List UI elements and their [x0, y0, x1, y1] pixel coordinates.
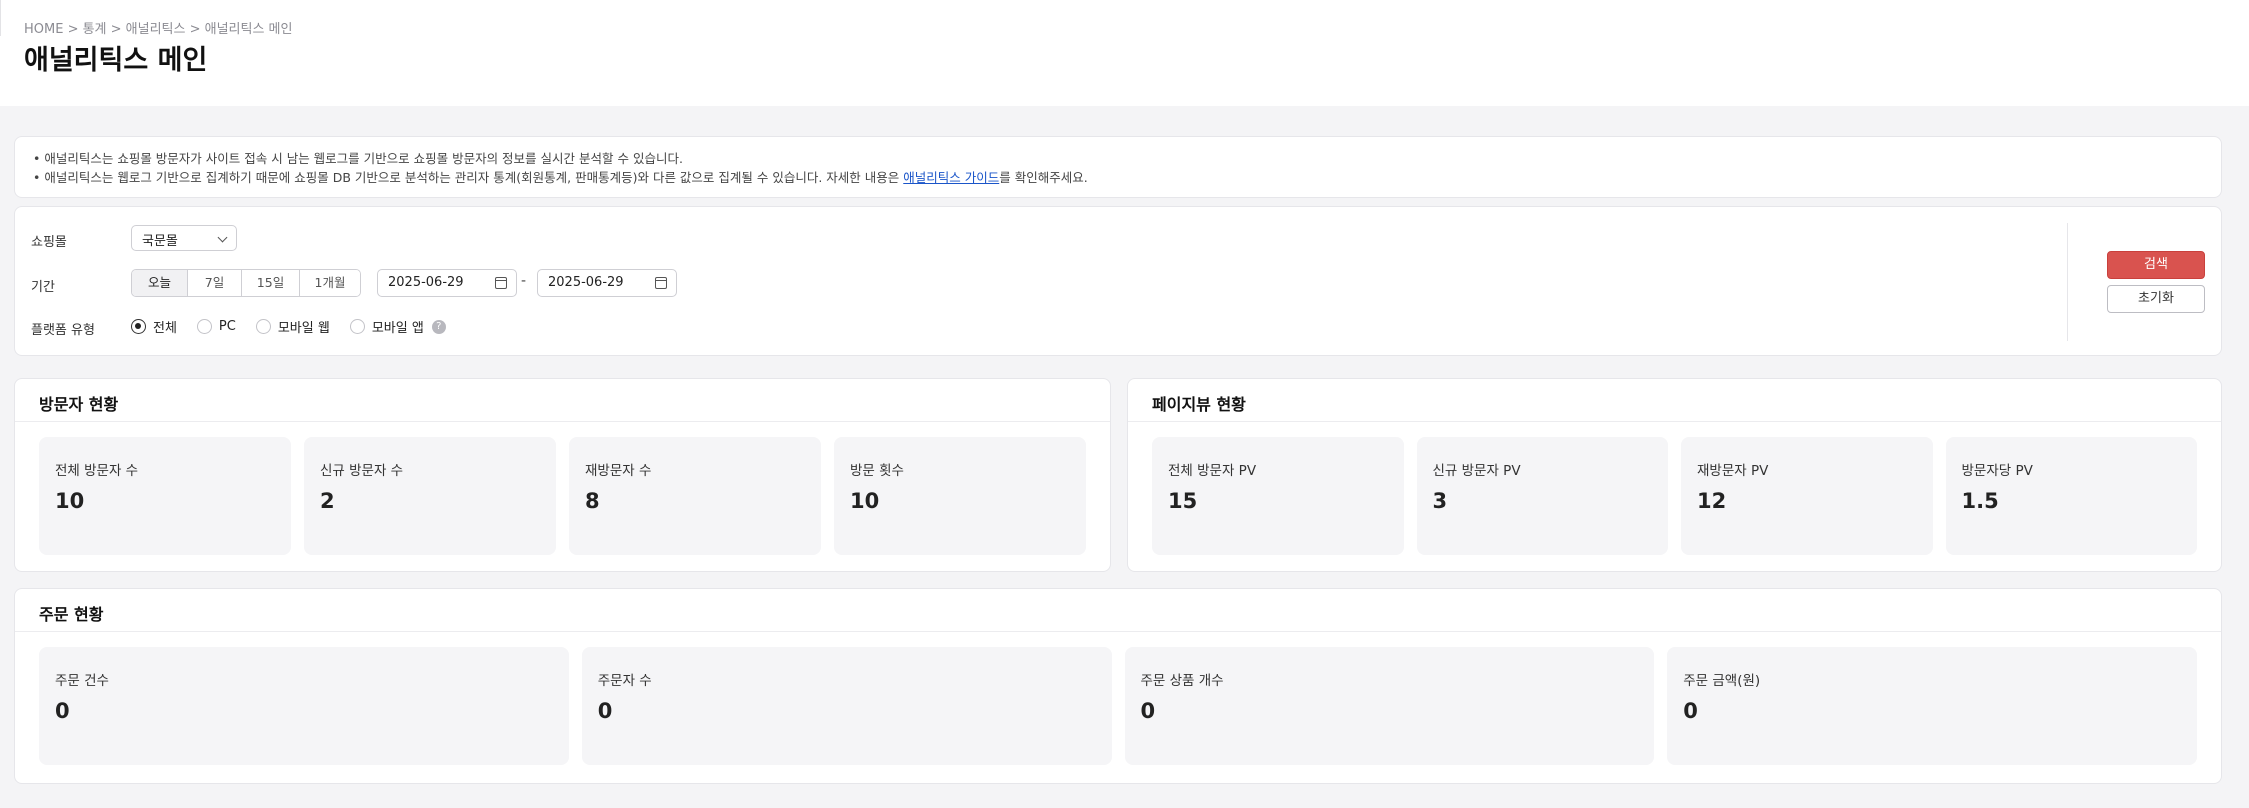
search-button[interactable]: 검색 [2107, 251, 2205, 279]
stat-card-returning-pv: 재방문자 PV 12 [1681, 437, 1933, 555]
visitor-status-panel: 방문자 현황 전체 방문자 수 10 신규 방문자 수 2 재방문자 수 8 방문 횟… [14, 378, 1111, 572]
stat-card-value: 0 [1683, 699, 1698, 723]
stat-card-pv-per-visitor: 방문자당 PV 1.5 [1945, 437, 2197, 555]
radio-checked-icon [131, 319, 146, 334]
page-header: HOME > 통계 > 애널리틱스 > 애널리틱스 메인 애널리틱스 메인 [0, 0, 2249, 106]
date-from-value: 2025-06-29 [388, 275, 464, 290]
pageview-stat-cards: 전체 방문자 PV 15 신규 방문자 PV 3 재방문자 PV 12 방문자당 PV… [1152, 437, 2197, 555]
platform-radio-group: 전체 PC 모바일 웹 모바일 앱 ? [131, 317, 446, 336]
date-from-input[interactable]: 2025-06-29 [377, 269, 517, 297]
mall-label: 쇼핑몰 [31, 235, 67, 250]
date-to-value: 2025-06-29 [548, 275, 624, 290]
stat-card-label: 재방문자 수 [585, 463, 652, 479]
date-range-separator: - [521, 273, 527, 289]
stat-card-orderer-count: 주문자 수 0 [581, 647, 1112, 765]
page-title: 애널리틱스 메인 [24, 45, 208, 76]
stat-card-label: 재방문자 PV [1697, 463, 1769, 479]
pageview-status-title: 페이지뷰 현황 [1152, 395, 1246, 414]
help-icon[interactable]: ? [431, 319, 446, 334]
stat-card-returning-visitors: 재방문자 수 8 [569, 437, 821, 555]
order-status-title: 주문 현황 [39, 605, 104, 624]
stat-card-value: 15 [1168, 489, 1198, 513]
mall-select-value: 국문몰 [142, 234, 178, 249]
period-today-button[interactable]: 오늘 [132, 270, 188, 296]
notice-panel: • 애널리틱스는 쇼핑몰 방문자가 사이트 접속 시 남는 웹로그를 기반으로 … [14, 136, 2222, 198]
stat-card-order-count: 주문 건수 0 [39, 647, 569, 765]
stat-card-value: 3 [1432, 489, 1448, 513]
stat-card-label: 방문자당 PV [1961, 463, 2033, 479]
search-filter-panel: 쇼핑몰 국문몰 기간 오늘 7일 15일 1개월 2025-06-29 - 20… [14, 206, 2222, 356]
platform-label: 플랫폼 유형 [31, 323, 95, 338]
stat-card-value: 0 [1140, 699, 1156, 723]
notice-line-1: • 애널리틱스는 쇼핑몰 방문자가 사이트 접속 시 남는 웹로그를 기반으로 … [33, 151, 683, 166]
stat-card-label: 전체 방문자 수 [55, 463, 139, 479]
analytics-guide-link[interactable]: 애널리틱스 가이드 [903, 170, 999, 185]
period-15days-button[interactable]: 15일 [242, 270, 300, 296]
visitor-status-title: 방문자 현황 [39, 395, 119, 414]
notice-line-2-text: • 애널리틱스는 웹로그 기반으로 집계하기 때문에 쇼핑몰 DB 기반으로 분… [33, 170, 904, 185]
platform-radio-mobile-app[interactable]: 모바일 앱 [349, 317, 424, 336]
stat-card-label: 주문 상품 개수 [1140, 673, 1224, 689]
stat-card-total-pv: 전체 방문자 PV 15 [1152, 437, 1404, 555]
reset-button[interactable]: 초기화 [2107, 285, 2205, 313]
platform-radio-mobile-app-label: 모바일 앱 [371, 321, 424, 336]
platform-radio-all-label: 전체 [153, 321, 177, 336]
section-divider [15, 631, 2221, 632]
stat-card-value: 0 [597, 699, 613, 723]
order-status-panel: 주문 현황 주문 건수 0 주문자 수 0 주문 상품 개수 0 주문 금액(원) 0 [14, 588, 2222, 784]
pageview-status-panel: 페이지뷰 현황 전체 방문자 PV 15 신규 방문자 PV 3 재방문자 PV 12… [1127, 378, 2222, 572]
stat-card-label: 신규 방문자 PV [1432, 463, 1521, 479]
period-7days-button[interactable]: 7일 [188, 270, 242, 296]
stat-card-label: 주문 금액(원) [1683, 673, 1761, 689]
radio-unchecked-icon [255, 319, 271, 334]
period-button-group: 오늘 7일 15일 1개월 [131, 269, 361, 297]
stat-card-order-amount: 주문 금액(원) 0 [1667, 647, 2197, 765]
stat-card-value: 1.5 [1961, 489, 1999, 513]
stat-card-total-visitors: 전체 방문자 수 10 [39, 437, 291, 555]
radio-unchecked-icon [196, 319, 212, 334]
stat-card-value: 10 [55, 489, 85, 513]
order-stat-cards: 주문 건수 0 주문자 수 0 주문 상품 개수 0 주문 금액(원) 0 [39, 647, 2197, 765]
stat-card-value: 2 [320, 489, 335, 513]
stat-card-label: 방문 횟수 [850, 463, 904, 479]
calendar-icon[interactable] [655, 277, 667, 289]
visitor-stat-cards: 전체 방문자 수 10 신규 방문자 수 2 재방문자 수 8 방문 횟수 10 [39, 437, 1086, 555]
stat-card-label: 신규 방문자 수 [320, 463, 404, 479]
notice-line-2-tail: 를 확인해주세요. [999, 170, 1088, 185]
date-to-input[interactable]: 2025-06-29 [537, 269, 677, 297]
stat-card-value: 0 [55, 699, 70, 723]
stat-card-new-pv: 신규 방문자 PV 3 [1416, 437, 1668, 555]
stat-card-label: 전체 방문자 PV [1168, 463, 1257, 479]
platform-radio-mobile-web-label: 모바일 웹 [277, 321, 330, 336]
chevron-down-icon [217, 232, 228, 243]
section-divider [15, 421, 1110, 422]
radio-unchecked-icon [349, 319, 365, 334]
vertical-divider [2067, 223, 2068, 341]
calendar-icon[interactable] [495, 277, 507, 289]
stat-card-value: 8 [585, 489, 600, 513]
platform-radio-mobile-web[interactable]: 모바일 웹 [255, 317, 330, 336]
platform-radio-all[interactable]: 전체 [131, 317, 177, 336]
section-divider [1128, 421, 2221, 422]
period-label: 기간 [31, 280, 55, 295]
platform-radio-pc-label: PC [218, 319, 236, 334]
stat-card-ordered-items: 주문 상품 개수 0 [1124, 647, 1655, 765]
notice-line-2: • 애널리틱스는 웹로그 기반으로 집계하기 때문에 쇼핑몰 DB 기반으로 분… [33, 168, 2203, 187]
stat-card-new-visitors: 신규 방문자 수 2 [304, 437, 556, 555]
breadcrumb: HOME > 통계 > 애널리틱스 > 애널리틱스 메인 [24, 22, 293, 37]
stat-card-visit-count: 방문 횟수 10 [834, 437, 1086, 555]
stat-card-value: 12 [1697, 489, 1727, 513]
header-edge [0, 0, 4, 36]
mall-select[interactable]: 국문몰 [131, 225, 237, 251]
stat-card-label: 주문 건수 [55, 673, 109, 689]
platform-radio-pc[interactable]: PC [196, 319, 236, 334]
period-1month-button[interactable]: 1개월 [300, 270, 360, 296]
stat-card-value: 10 [850, 489, 880, 513]
stat-card-label: 주문자 수 [597, 673, 652, 689]
